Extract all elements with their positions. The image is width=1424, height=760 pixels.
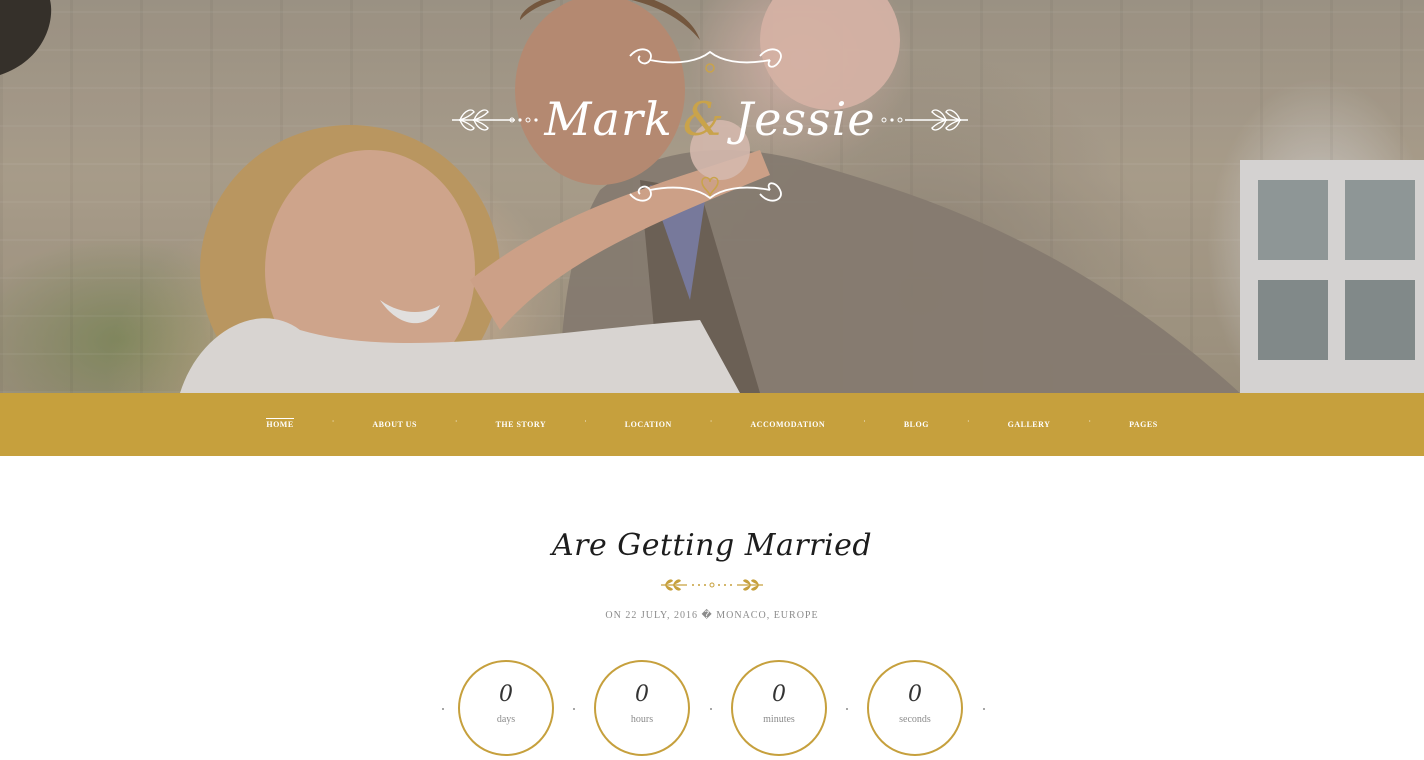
main-navigation: HOME · ABOUT US · THE STORY · LOCATION · ACCOMOD… [0,393,1424,456]
days-label: days [496,714,516,725]
countdown-seconds: 0 seconds [867,660,963,756]
countdown-dot [846,708,848,710]
minutes-value: 0 [772,682,786,707]
hours-label: hours [630,714,654,725]
nav-separator: · [454,417,458,426]
nav-item-accomodation[interactable]: ACCOMODATION [750,420,825,429]
section-heading: Are Getting Married [551,528,873,563]
couple-logo[interactable]: Mark & Jessie [440,40,980,210]
nav-item-location[interactable]: LOCATION [625,420,672,429]
couple-names: Mark & Jessie [440,92,980,146]
countdown-minutes: 0 minutes [731,660,827,756]
nav-item-about-us[interactable]: ABOUT US [372,420,417,429]
days-value: 0 [499,682,513,707]
countdown-dot [983,708,985,710]
countdown-dot [442,708,444,710]
countdown-timer: 0 days 0 hours 0 minutes 0 seconds [0,660,1424,756]
countdown-dot [710,708,712,710]
nav-separator: · [863,417,866,426]
countdown-dot [573,708,575,710]
hours-value: 0 [635,682,649,707]
nav-item-gallery[interactable]: GALLERY [1008,420,1051,429]
countdown-hours: 0 hours [594,660,690,756]
nav-separator: · [584,417,587,426]
wedding-intro-section: Are Getting Married ON 22 JULY, 2016 � M… [0,456,1424,760]
nav-menu: HOME · ABOUT US · THE STORY · LOCATION · ACCOMOD… [0,417,1424,429]
name-right: Jessie [734,92,876,146]
ampersand: & [682,92,725,146]
seconds-value: 0 [908,682,922,707]
laurel-divider-icon [661,579,763,591]
countdown-days: 0 days [458,660,554,756]
nav-item-home[interactable]: HOME [266,418,294,429]
hero-banner: Mark & Jessie [0,0,1424,393]
nav-item-pages[interactable]: PAGES [1129,420,1158,429]
name-left: Mark [544,92,673,146]
nav-separator: · [1088,417,1092,426]
nav-item-the-story[interactable]: THE STORY [496,420,547,429]
nav-separator: · [966,417,970,426]
wedding-date-location: ON 22 JULY, 2016 � MONACO, EUROPE [605,610,819,621]
seconds-label: seconds [899,714,931,725]
nav-separator: · [331,417,335,426]
nav-item-blog[interactable]: BLOG [904,420,929,429]
minutes-label: minutes [763,714,795,725]
nav-separator: · [709,417,713,426]
